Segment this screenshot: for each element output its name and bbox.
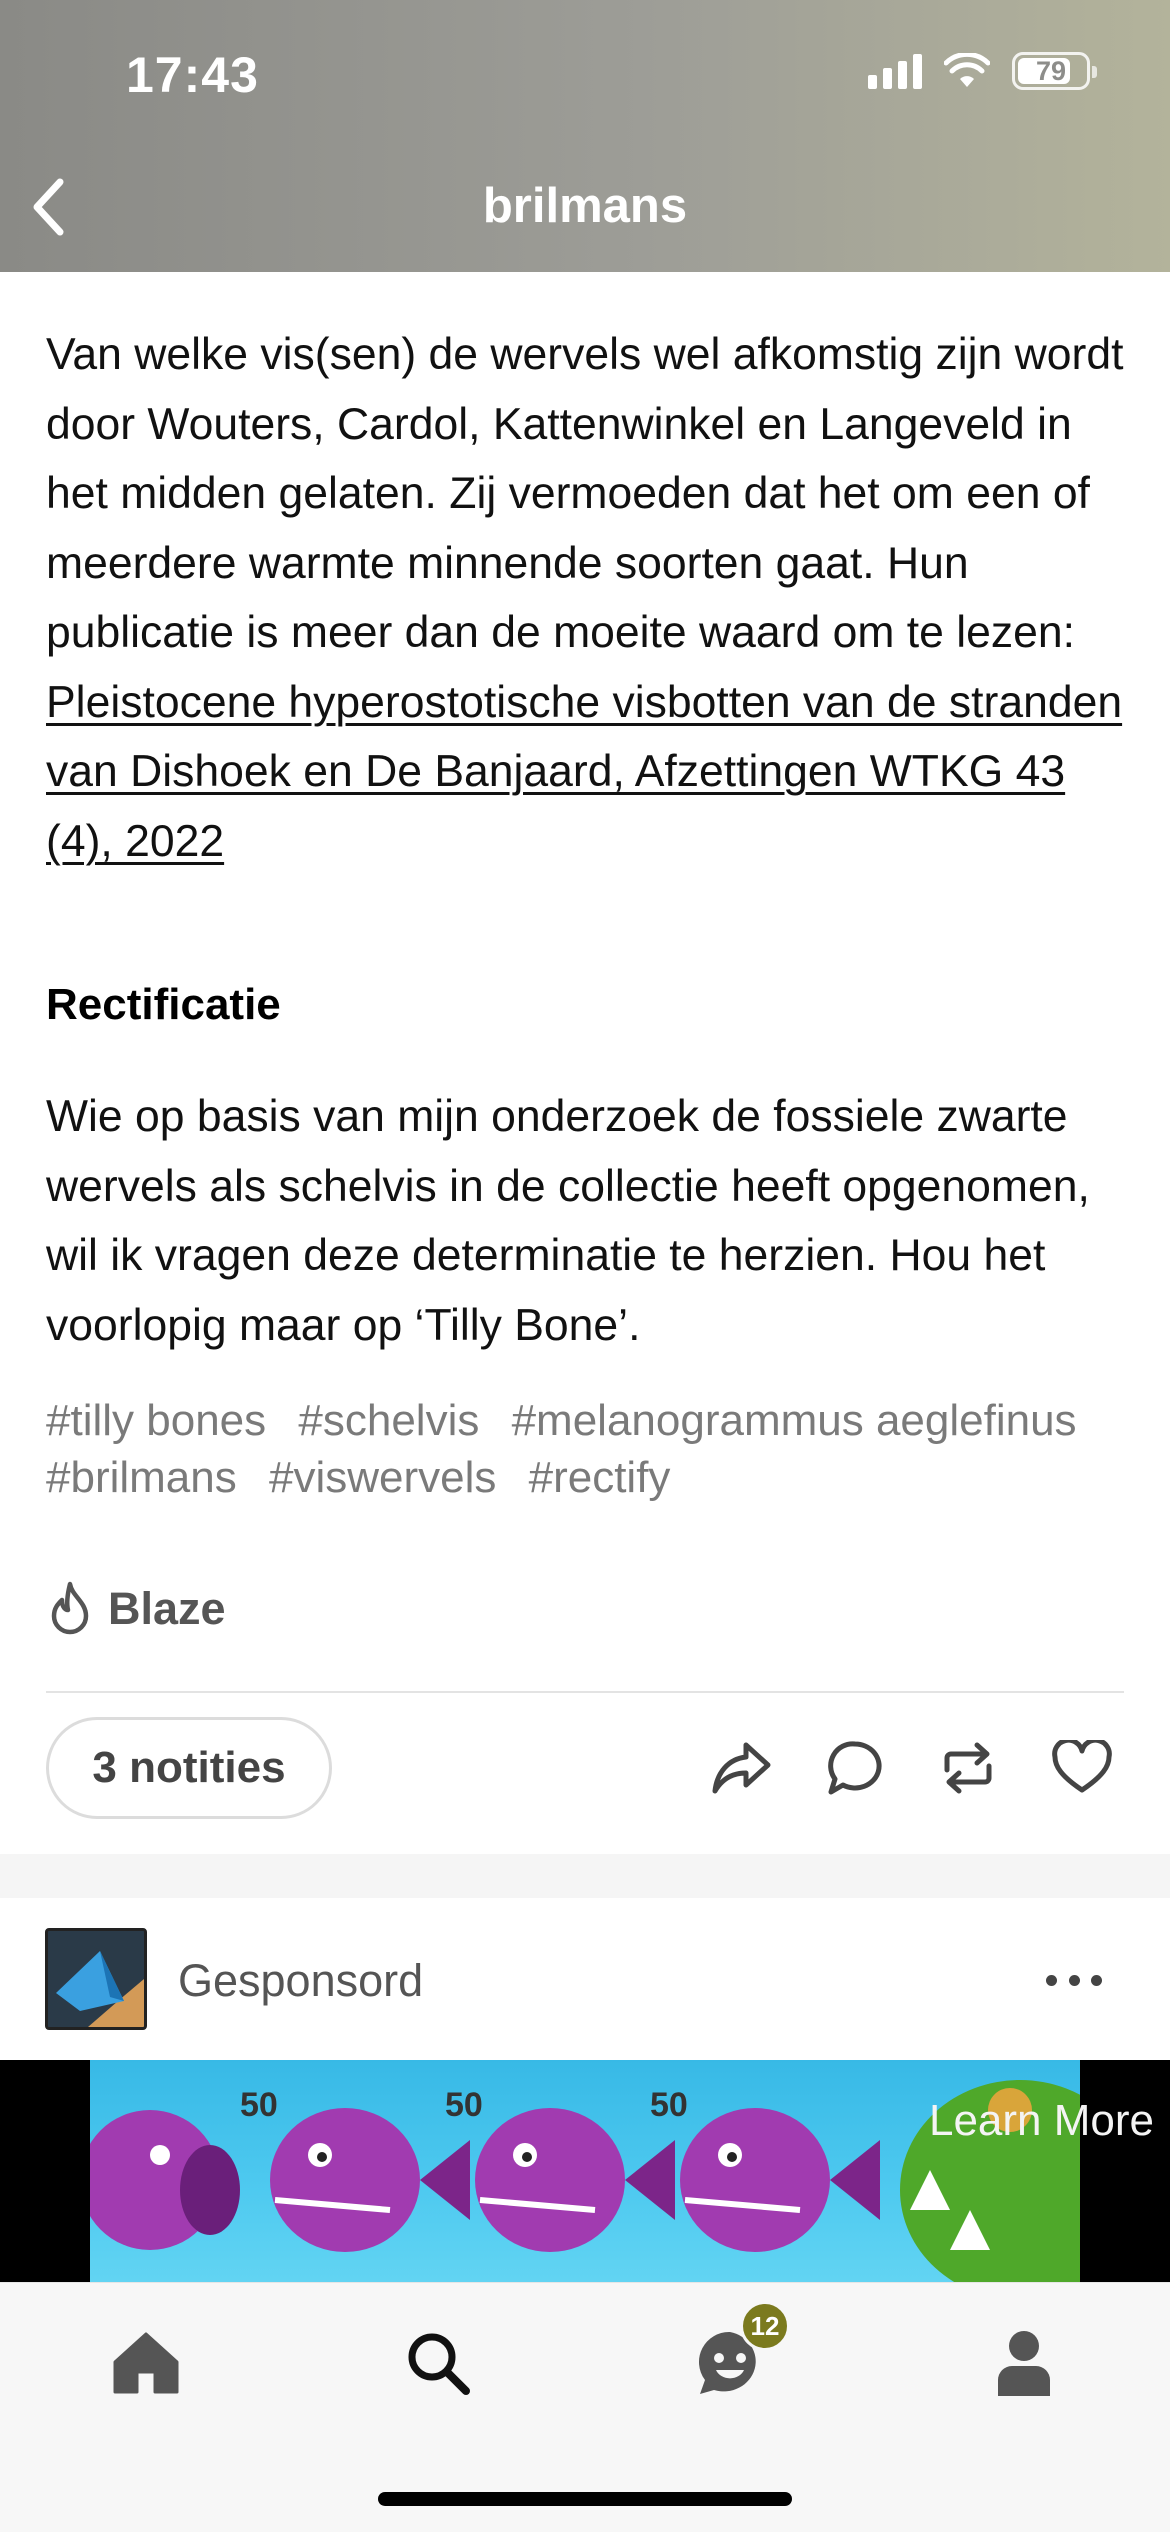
notification-badge: 12	[740, 2301, 790, 2351]
paragraph-1-text: Van welke vis(sen) de wervels wel afkoms…	[46, 330, 1124, 657]
sponsor-avatar[interactable]	[45, 1928, 147, 2030]
ad-value-1: 50	[240, 2086, 278, 2124]
signal-icon	[868, 53, 922, 89]
share-button[interactable]	[708, 1735, 774, 1801]
battery-percent: 79	[1035, 56, 1067, 86]
reply-button[interactable]	[822, 1735, 888, 1801]
post-paragraph-1: Van welke vis(sen) de wervels wel afkoms…	[46, 320, 1126, 876]
tab-search[interactable]	[398, 2323, 478, 2403]
tag-tilly-bones[interactable]: #tilly bones	[46, 1396, 266, 1445]
divider	[46, 1691, 1124, 1693]
tag-schelvis[interactable]: #schelvis	[298, 1396, 479, 1445]
post-separator	[0, 1854, 1170, 1898]
reblog-icon	[944, 1742, 992, 1794]
notes-button[interactable]: 3 notities	[46, 1717, 332, 1819]
battery-icon: 79	[1012, 52, 1097, 90]
learn-more-button[interactable]: Learn More	[929, 2096, 1154, 2146]
tag-melanogrammus-aeglefinus[interactable]: #melanogrammus aeglefinus	[512, 1396, 1077, 1445]
like-button[interactable]	[1049, 1735, 1115, 1801]
person-icon	[998, 2331, 1050, 2396]
reblog-button[interactable]	[935, 1735, 1001, 1801]
blaze-label: Blaze	[108, 1583, 226, 1634]
publication-link[interactable]: Pleistocene hyperostotische visbotten va…	[46, 678, 1122, 866]
ad-image: 50 50 50	[90, 2060, 1080, 2282]
tag-list: #tilly bones #schelvis #melanogrammus ae…	[46, 1392, 1126, 1506]
page-title: brilmans	[482, 179, 688, 233]
piranha-game-icon	[90, 2080, 1080, 2282]
status-icons: 79	[868, 52, 1097, 90]
comment-icon	[828, 1741, 882, 1795]
section-heading: Rectificatie	[46, 980, 281, 1029]
blaze-button[interactable]: Blaze	[46, 1580, 226, 1638]
wifi-icon	[944, 53, 990, 87]
ad-value-2: 50	[445, 2086, 483, 2124]
tag-brilmans[interactable]: #brilmans	[46, 1453, 237, 1502]
ad-banner[interactable]: 50 50 50 Learn More	[0, 2060, 1170, 2282]
heart-icon	[1052, 1740, 1112, 1793]
sponsored-label: Gesponsord	[178, 1955, 424, 2006]
flame-icon	[51, 1581, 89, 1635]
search-icon	[408, 2333, 470, 2395]
tab-home[interactable]	[106, 2323, 186, 2403]
battery-tip	[1092, 66, 1097, 78]
status-time: 17:43	[126, 47, 259, 103]
post-paragraph-2: Wie op basis van mijn onderzoek de fossi…	[46, 1092, 1090, 1350]
sponsor-logo-icon	[48, 1931, 144, 2027]
home-indicator	[378, 2492, 792, 2506]
tab-account[interactable]	[984, 2323, 1064, 2403]
share-icon	[712, 1742, 771, 1794]
tag-viswervels[interactable]: #viswervels	[269, 1453, 496, 1502]
more-options-button[interactable]	[1046, 1960, 1102, 2000]
tag-rectify[interactable]: #rectify	[529, 1453, 671, 1502]
home-icon	[113, 2332, 179, 2394]
header: 17:43 79 brilmans	[0, 0, 1170, 272]
ad-value-3: 50	[650, 2086, 688, 2124]
